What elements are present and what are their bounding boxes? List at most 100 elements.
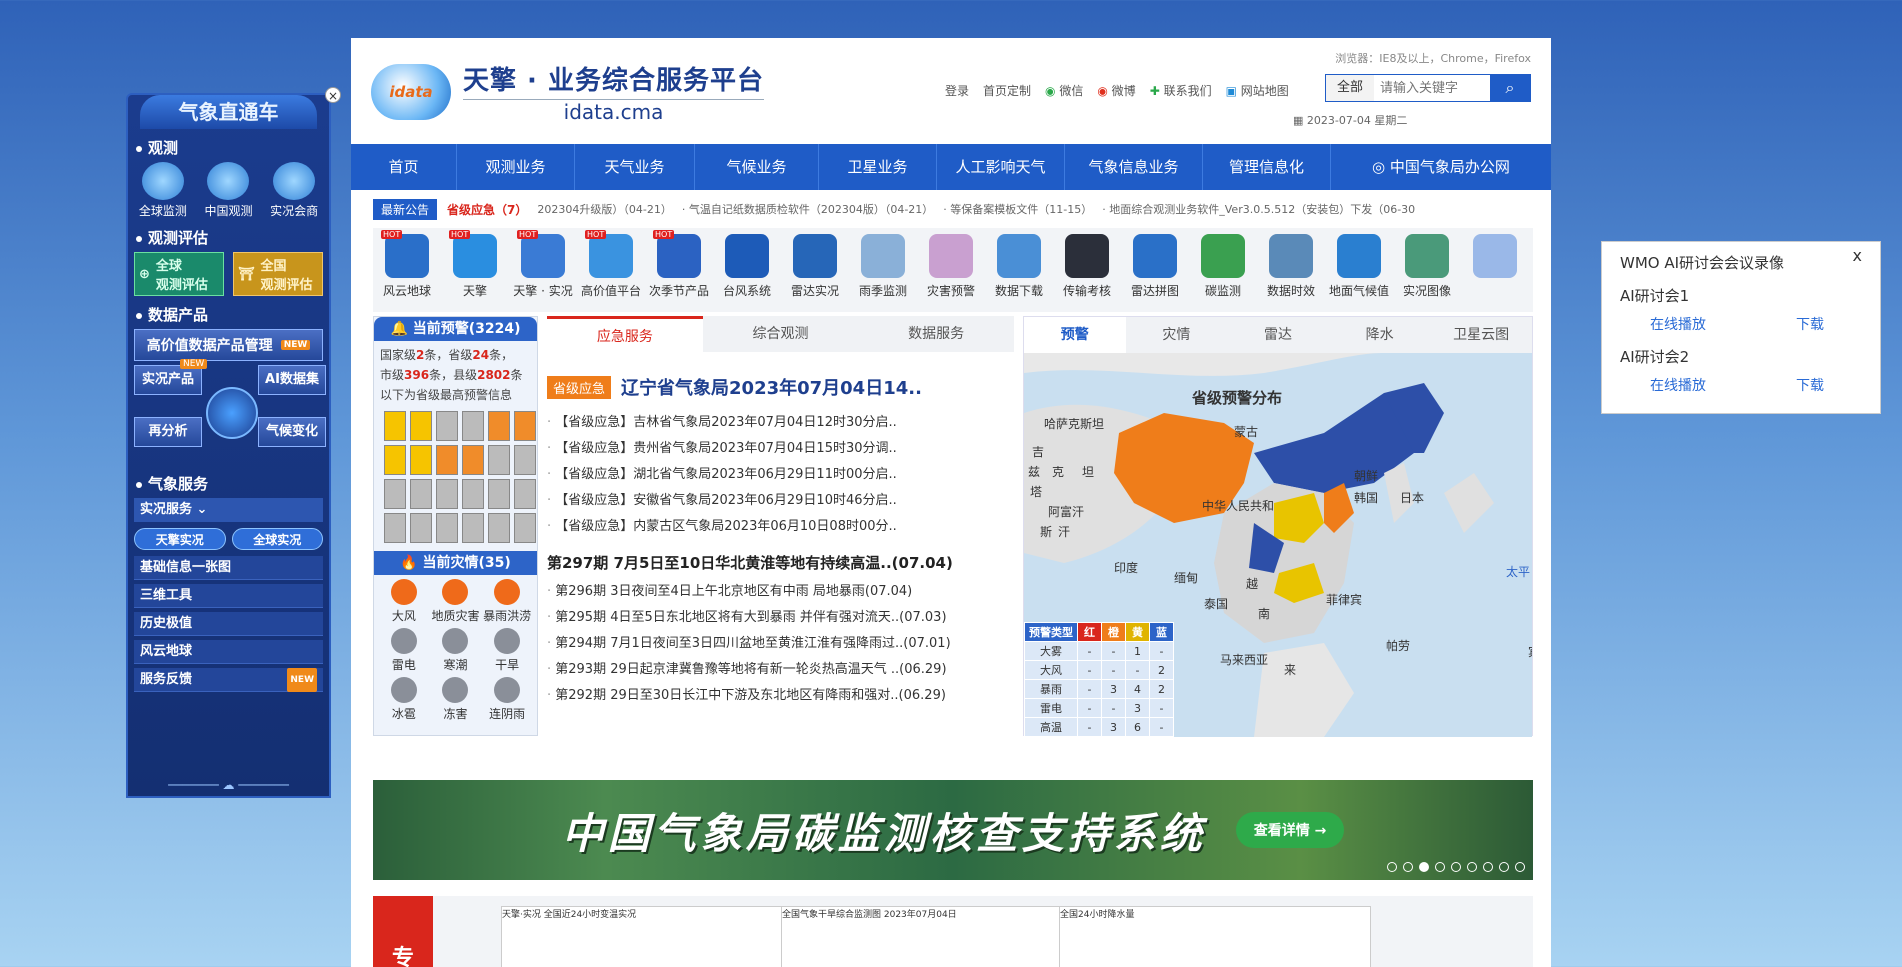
- app-icon-item[interactable]: 实况图像: [1393, 234, 1461, 312]
- tab-warning[interactable]: 预警: [1024, 317, 1126, 353]
- frost-warning-icon[interactable]: [462, 513, 484, 543]
- app-icon-item[interactable]: 传输考核: [1053, 234, 1121, 312]
- app-icon-item[interactable]: [1461, 234, 1529, 312]
- carousel-dot[interactable]: [1451, 862, 1461, 872]
- global-eval-button[interactable]: ⊕ 全球 观测评估: [134, 252, 224, 296]
- typhoon-warning-icon[interactable]: [488, 445, 510, 475]
- heat-warning-icon[interactable]: [436, 445, 458, 475]
- login-link[interactable]: 登录: [945, 82, 969, 99]
- sitemap-link[interactable]: ▣ 网站地图: [1226, 82, 1289, 99]
- app-icon-item[interactable]: HOT 天擎 · 实况: [509, 230, 577, 312]
- list-item[interactable]: 第293期 29日起京津冀鲁豫等地将有新一轮炎热高温天气 ..(06.29): [547, 657, 1014, 683]
- app-icon-item[interactable]: 数据时效: [1257, 234, 1325, 312]
- carousel-dot[interactable]: [1435, 862, 1445, 872]
- haze-warning-icon[interactable]: [488, 513, 510, 543]
- list-item[interactable]: 【省级应急】内蒙古区气象局2023年06月10日08时00分..: [547, 514, 1014, 540]
- list-item[interactable]: 基础信息一张图: [134, 556, 323, 580]
- fog-warning-icon[interactable]: [410, 411, 432, 441]
- carousel-dot[interactable]: [1467, 862, 1477, 872]
- disaster-thunder[interactable]: 雷电: [378, 628, 430, 673]
- global-monitor-item[interactable]: 全球监测: [132, 162, 194, 219]
- snow-warning-icon[interactable]: [410, 479, 432, 509]
- wind-warning-icon[interactable]: [436, 411, 458, 441]
- notice-item[interactable]: · 气温自记纸数据质检软件（202304版）（04-21）: [682, 201, 933, 217]
- list-item[interactable]: 【省级应急】安徽省气象局2023年06月29日10时46分启..: [547, 488, 1014, 514]
- carousel-dot[interactable]: [1483, 862, 1493, 872]
- carousel-dot[interactable]: [1515, 862, 1525, 872]
- play-link[interactable]: 在线播放: [1650, 375, 1706, 395]
- tianqing-live-pill[interactable]: 天擎实况: [134, 528, 226, 550]
- thumb-card[interactable]: 天擎·实况 全国近24小时变温实况: [501, 906, 813, 967]
- app-icon-item[interactable]: 数据下载: [985, 234, 1053, 312]
- disaster-hail[interactable]: 冰雹: [378, 677, 430, 722]
- close-icon[interactable]: ×: [325, 87, 341, 103]
- global-live-pill[interactable]: 全球实况: [231, 528, 323, 550]
- tab-observe[interactable]: 综合观测: [703, 316, 859, 352]
- app-icon-item[interactable]: 雨季监测: [849, 234, 917, 312]
- thumb-card[interactable]: 全国24小时降水量: [1059, 906, 1371, 967]
- carbon-banner[interactable]: 中国气象局碳监测核查支持系统 查看详情 →: [373, 780, 1533, 880]
- list-item[interactable]: 【省级应急】湖北省气象局2023年06月29日11时00分启..: [547, 462, 1014, 488]
- notice-item[interactable]: · 等保备案模板文件（11-15）: [943, 201, 1092, 217]
- list-item[interactable]: 第296期 3日夜间至4日上午北京地区有中雨 局地暴雨(07.04): [547, 579, 1014, 605]
- cold-wave-warning-icon[interactable]: [462, 479, 484, 509]
- nav-office[interactable]: ◎ 中国气象局办公网: [1331, 144, 1551, 190]
- frost-warning-icon[interactable]: [436, 513, 458, 543]
- lightning-warning-icon[interactable]: [410, 445, 432, 475]
- live-consult-item[interactable]: 实况会商: [263, 162, 325, 219]
- thumb-card[interactable]: 全国气象干旱综合监测图 2023年07月04日: [781, 906, 1093, 967]
- search-button[interactable]: ⌕: [1490, 75, 1530, 101]
- current-disaster-header[interactable]: 🔥 当前灾情(35): [374, 551, 537, 575]
- disaster-geo[interactable]: 地质灾害: [430, 579, 482, 624]
- sandstorm-warning-icon[interactable]: [514, 479, 536, 509]
- disaster-cold[interactable]: 寒潮: [430, 628, 482, 673]
- disaster-wind[interactable]: 大风: [378, 579, 430, 624]
- high-value-data-button[interactable]: 高价值数据产品管理 NEW: [134, 329, 323, 361]
- rainstorm-warning-icon[interactable]: [514, 411, 536, 441]
- tab-satellite[interactable]: 卫星云图: [1430, 317, 1532, 353]
- app-icon-item[interactable]: 台风系统: [713, 234, 781, 312]
- cold-wave-warning-icon[interactable]: [436, 479, 458, 509]
- app-icon-item[interactable]: 灾害预警: [917, 234, 985, 312]
- lightning-warning-icon[interactable]: [384, 445, 406, 475]
- bulletin-title[interactable]: 第297期 7月5日至10日华北黄淮等地有持续高温..(07.04): [547, 552, 1014, 573]
- snow-warning-icon[interactable]: [384, 479, 406, 509]
- current-warning-header[interactable]: 🔔 当前预警(3224): [374, 317, 537, 341]
- carousel-dot[interactable]: [1419, 862, 1429, 872]
- search-input[interactable]: [1374, 75, 1490, 101]
- warning-map[interactable]: 省级预警分布 哈萨克斯坦 蒙古 朝鲜 韩国 日本 阿富汗 中华人民共和 印度 缅…: [1024, 353, 1532, 737]
- list-item[interactable]: 【省级应急】吉林省气象局2023年07月04日12时30分启..: [547, 410, 1014, 436]
- disaster-freeze[interactable]: 冻害: [430, 677, 482, 722]
- notice-item[interactable]: · 地面综合观测业务软件_Ver3.0.5.512（安装包）下发（06-30: [1102, 201, 1415, 217]
- app-icon-item[interactable]: 地面气候值: [1325, 234, 1393, 312]
- national-eval-button[interactable]: ⛩ 全国 观测评估: [233, 252, 323, 296]
- nav-weather-mod[interactable]: 人工影响天气: [937, 144, 1065, 190]
- tab-precip[interactable]: 降水: [1329, 317, 1431, 353]
- nav-home[interactable]: 首页: [351, 144, 457, 190]
- sandstorm-warning-icon[interactable]: [488, 479, 510, 509]
- fog-warning-icon[interactable]: [384, 411, 406, 441]
- rainstorm-warning-icon[interactable]: [488, 411, 510, 441]
- download-link[interactable]: 下载: [1796, 314, 1824, 334]
- list-item[interactable]: 历史极值: [134, 612, 323, 636]
- weibo-link[interactable]: ◉ 微博: [1097, 82, 1135, 99]
- site-logo[interactable]: idata 天擎 · 业务综合服务平台 idata.cma: [371, 60, 764, 124]
- contact-link[interactable]: ✚ 联系我们: [1150, 82, 1212, 99]
- typhoon-warning-icon[interactable]: [514, 445, 536, 475]
- tab-data[interactable]: 数据服务: [858, 316, 1014, 352]
- list-item[interactable]: 【省级应急】贵州省气象局2023年07月04日15时30分调..: [547, 436, 1014, 462]
- carousel-dot[interactable]: [1499, 862, 1509, 872]
- gale-warning-icon[interactable]: [462, 411, 484, 441]
- wechat-link[interactable]: ◉ 微信: [1045, 82, 1083, 99]
- customize-link[interactable]: 首页定制: [983, 82, 1031, 99]
- disaster-flood[interactable]: 暴雨洪涝: [481, 579, 533, 624]
- disaster-rain[interactable]: 连阴雨: [481, 677, 533, 722]
- urgent-link[interactable]: 省级应急（7）: [447, 201, 527, 218]
- carousel-dot[interactable]: [1387, 862, 1397, 872]
- nav-weather[interactable]: 天气业务: [575, 144, 695, 190]
- tab-disaster[interactable]: 灾情: [1126, 317, 1228, 353]
- nav-satellite[interactable]: 卫星业务: [819, 144, 937, 190]
- ai-dataset-button[interactable]: AI数据集: [258, 365, 326, 395]
- close-icon[interactable]: x: [1853, 246, 1862, 265]
- app-icon-item[interactable]: HOT 风云地球: [373, 230, 441, 312]
